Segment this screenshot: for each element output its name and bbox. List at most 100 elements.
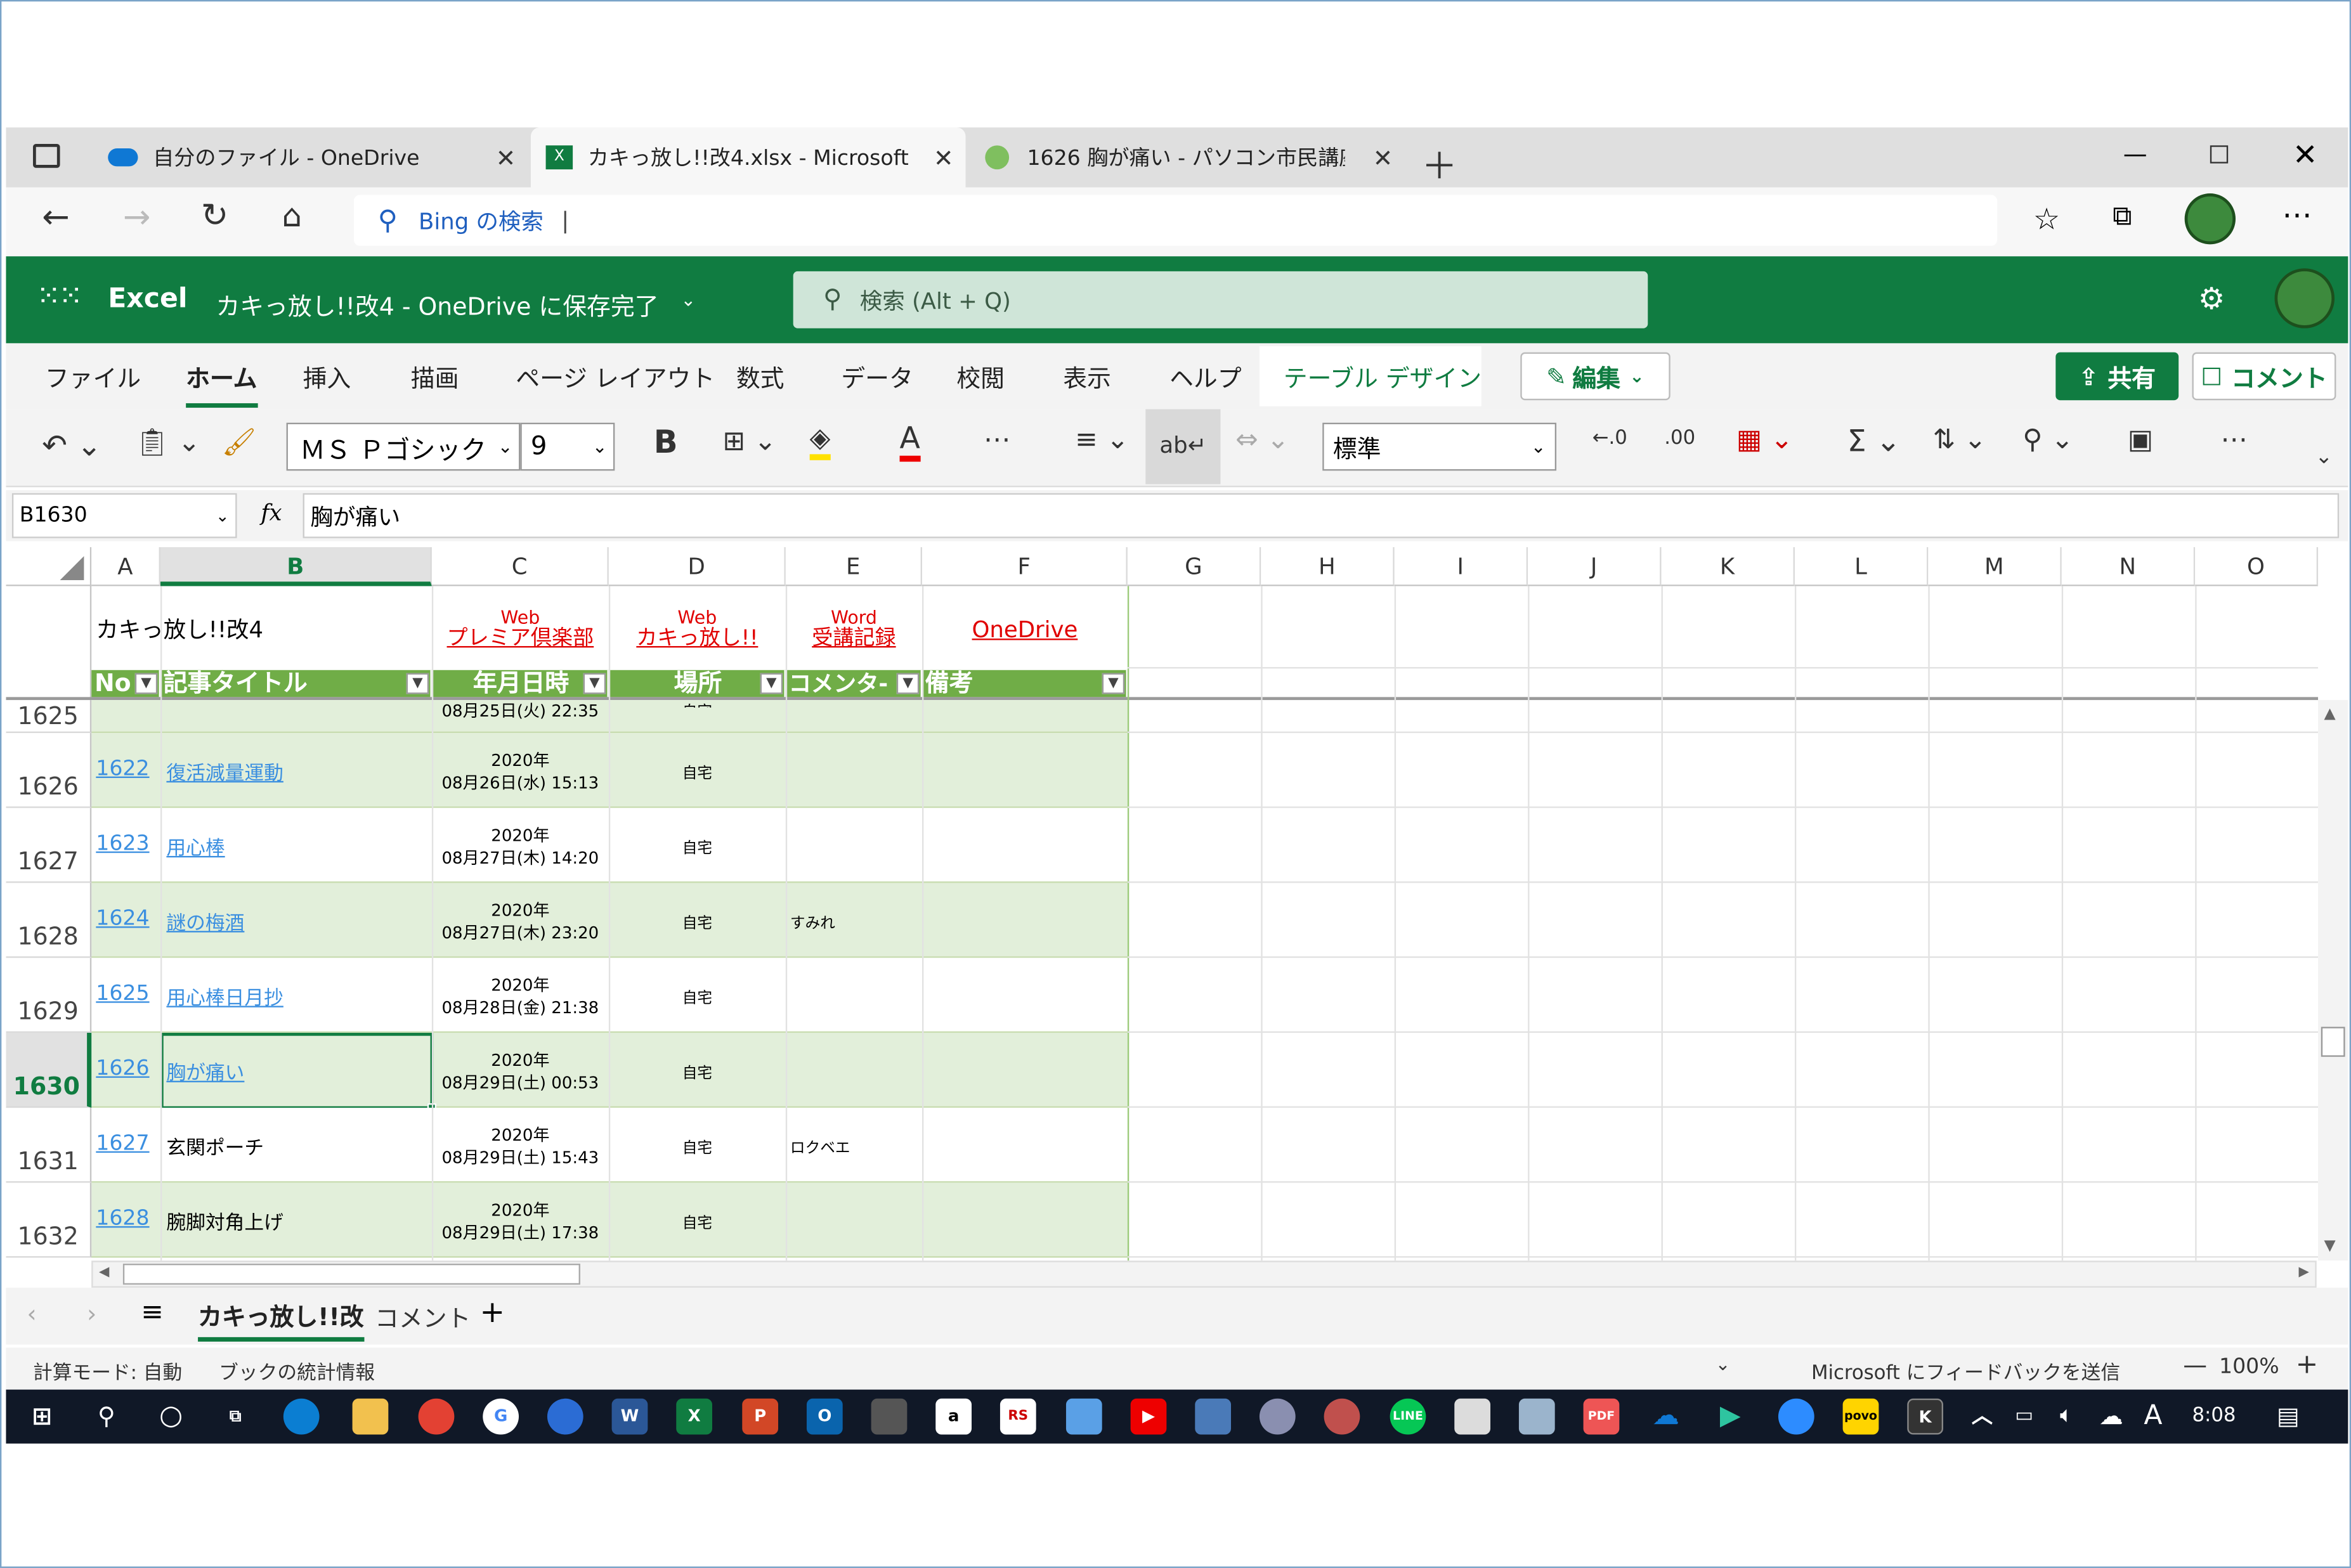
tab-insert[interactable]: 挿入 bbox=[303, 358, 351, 394]
onedrive-taskbar-icon[interactable]: ☁ bbox=[1648, 1399, 1684, 1435]
merge-icon[interactable]: ⇔ ⌄ bbox=[1235, 424, 1289, 456]
analyze-data-icon[interactable]: ▣ bbox=[2128, 424, 2153, 456]
article-number[interactable]: 1627 bbox=[96, 1132, 149, 1156]
filter-dropdown-icon[interactable]: ▼ bbox=[134, 673, 158, 694]
fx-icon[interactable]: fx bbox=[261, 499, 282, 526]
vertical-scrollbar[interactable]: ▲ ▼ bbox=[2318, 700, 2348, 1261]
column-header-n[interactable]: N bbox=[2061, 547, 2196, 586]
printer-icon[interactable] bbox=[871, 1398, 908, 1435]
undo-icon[interactable]: ↶ ⌄ bbox=[42, 427, 101, 463]
tab-help[interactable]: ヘルプ bbox=[1169, 358, 1242, 394]
formula-input[interactable]: 胸が痛い bbox=[303, 493, 2340, 538]
paste-icon[interactable]: 📋︎ ⌄ bbox=[135, 427, 200, 459]
name-box[interactable]: B1630 ⌄ bbox=[11, 493, 237, 538]
close-tab-icon[interactable]: ✕ bbox=[496, 143, 516, 172]
prev-sheet-icon[interactable]: ‹ bbox=[27, 1300, 37, 1328]
article-number[interactable]: 1625 bbox=[96, 982, 149, 1006]
borders-icon[interactable]: ⊞ ⌄ bbox=[723, 425, 777, 457]
minimize-icon[interactable]: — bbox=[2123, 139, 2147, 168]
link-web-premium[interactable]: Web プレミア倶楽部 bbox=[432, 607, 609, 649]
column-header-h[interactable]: H bbox=[1261, 547, 1395, 586]
header-place[interactable]: 場所 ▼ bbox=[608, 670, 786, 697]
column-header-c[interactable]: C bbox=[431, 547, 609, 586]
link-onedrive[interactable]: OneDrive bbox=[922, 616, 1128, 644]
people-icon[interactable] bbox=[547, 1398, 583, 1435]
scroll-thumb[interactable] bbox=[2321, 1027, 2345, 1057]
tab-actions-icon[interactable] bbox=[33, 143, 60, 168]
restore-icon[interactable] bbox=[2210, 145, 2229, 164]
pdf-icon[interactable]: PDF bbox=[1583, 1398, 1620, 1435]
number-format-select[interactable]: 標準 ⌄ bbox=[1322, 422, 1557, 471]
article-title-link[interactable]: 復活減量運動 bbox=[166, 757, 283, 785]
fill-color-icon[interactable]: ◈ bbox=[809, 423, 831, 460]
tab-home[interactable]: ホーム bbox=[186, 358, 257, 408]
format-painter-icon[interactable]: 🖌︎ bbox=[222, 427, 256, 459]
filter-dropdown-icon[interactable]: ▼ bbox=[406, 673, 429, 694]
decrease-decimal-icon[interactable]: .00 bbox=[1664, 427, 1695, 450]
sheet-tab-comment[interactable]: コメント bbox=[375, 1298, 471, 1334]
column-header-e[interactable]: E bbox=[785, 547, 922, 586]
font-size-select[interactable]: 9 ⌄ bbox=[520, 422, 615, 471]
tab-draw[interactable]: 描画 bbox=[411, 358, 459, 394]
edit-mode-button[interactable]: ✎ 編集 ⌄ bbox=[1520, 352, 1670, 401]
more-icon[interactable]: ⋯ bbox=[2282, 197, 2312, 233]
sort-filter-icon[interactable]: ⇅ ⌄ bbox=[1932, 424, 1986, 456]
column-header-j[interactable]: J bbox=[1528, 547, 1662, 586]
outlook-icon[interactable]: O bbox=[806, 1398, 843, 1435]
wrap-text-button[interactable]: ab↵ bbox=[1145, 409, 1221, 484]
tab-formulas[interactable]: 数式 bbox=[736, 358, 785, 394]
clock[interactable]: 8:08 bbox=[2192, 1404, 2236, 1427]
photos-icon[interactable] bbox=[1195, 1398, 1232, 1435]
bold-icon[interactable]: B bbox=[654, 424, 678, 460]
app-icon-5[interactable]: K bbox=[1907, 1398, 1944, 1435]
notifications-icon[interactable]: ▤ bbox=[2270, 1399, 2306, 1435]
column-header-g[interactable]: G bbox=[1127, 547, 1261, 586]
task-view-icon[interactable]: ⧉ bbox=[218, 1399, 254, 1435]
account-avatar[interactable] bbox=[2274, 268, 2335, 328]
title-chevron-icon[interactable]: ⌄ bbox=[681, 289, 696, 310]
column-header-m[interactable]: M bbox=[1928, 547, 2062, 586]
row-header[interactable]: 1629 bbox=[6, 957, 92, 1033]
add-sheet-icon[interactable]: + bbox=[480, 1293, 505, 1330]
column-header-f[interactable]: F bbox=[922, 547, 1128, 586]
profile-avatar[interactable] bbox=[2184, 193, 2236, 245]
header-title[interactable]: 記事タイトル ▼ bbox=[160, 670, 432, 697]
horizontal-scrollbar[interactable]: ◀ ▶ bbox=[91, 1260, 2317, 1288]
document-title[interactable]: カキっ放し!!改4 - OneDrive に保存完了 bbox=[216, 287, 658, 323]
search-input[interactable]: ⚲ 検索 (Alt + Q) bbox=[793, 271, 1648, 328]
header-datetime[interactable]: 年月日時 ▼ bbox=[431, 670, 609, 697]
calc-mode[interactable]: 計算モード: 自動 bbox=[33, 1357, 182, 1385]
column-header-d[interactable]: D bbox=[608, 547, 786, 586]
increase-decimal-icon[interactable]: ←.0 bbox=[1592, 427, 1627, 450]
row-header[interactable]: 1626 bbox=[6, 733, 92, 808]
select-all-corner[interactable] bbox=[6, 547, 92, 586]
home-icon[interactable]: ⌂ bbox=[282, 198, 302, 234]
link-word-record[interactable]: Word 受講記録 bbox=[786, 607, 922, 649]
chrome-icon[interactable] bbox=[418, 1398, 455, 1435]
zoom-out-icon[interactable]: — bbox=[2183, 1351, 2207, 1379]
article-number[interactable]: 1626 bbox=[96, 1057, 149, 1081]
windows-start-icon[interactable]: ⊞ bbox=[24, 1399, 60, 1435]
article-title-link[interactable]: 謎の梅酒 bbox=[166, 907, 244, 935]
column-header-o[interactable]: O bbox=[2195, 547, 2319, 586]
article-number[interactable]: 1623 bbox=[96, 832, 149, 856]
chevron-down-icon[interactable]: ⌄ bbox=[1716, 1354, 1731, 1375]
feedback-link[interactable]: Microsoft にフィードバックを送信 bbox=[1811, 1357, 2120, 1385]
article-title-link[interactable]: 用心棒日月抄 bbox=[166, 982, 283, 1010]
app-launcher-icon[interactable]: ⁙⁙ bbox=[36, 277, 83, 313]
app-icon-4[interactable] bbox=[1518, 1398, 1555, 1435]
tab-page-layout[interactable]: ページ レイアウト bbox=[516, 358, 715, 394]
cloud-tray-icon[interactable]: ☁ bbox=[2093, 1399, 2129, 1435]
column-header-k[interactable]: K bbox=[1661, 547, 1795, 586]
header-no[interactable]: No ▼ bbox=[91, 670, 160, 697]
link-web-kakippanashi[interactable]: Web カキっ放し!! bbox=[609, 607, 786, 649]
sheet-tab-active[interactable]: カキっ放し!!改 bbox=[198, 1297, 364, 1342]
refresh-icon[interactable]: ↻ bbox=[201, 198, 229, 235]
favorites-icon[interactable]: ☆ bbox=[2033, 201, 2060, 237]
row-header[interactable]: 1628 bbox=[6, 883, 92, 958]
address-bar[interactable]: ⚲ Bing の検索 | bbox=[353, 195, 1998, 246]
tab-table-design[interactable]: テーブル デザイン bbox=[1284, 358, 1482, 394]
scroll-down-icon[interactable]: ▼ bbox=[2324, 1238, 2336, 1255]
row-header[interactable]: 1627 bbox=[6, 808, 92, 883]
font-name-select[interactable]: ＭＳ Ｐゴシック ⌄ bbox=[286, 422, 521, 471]
